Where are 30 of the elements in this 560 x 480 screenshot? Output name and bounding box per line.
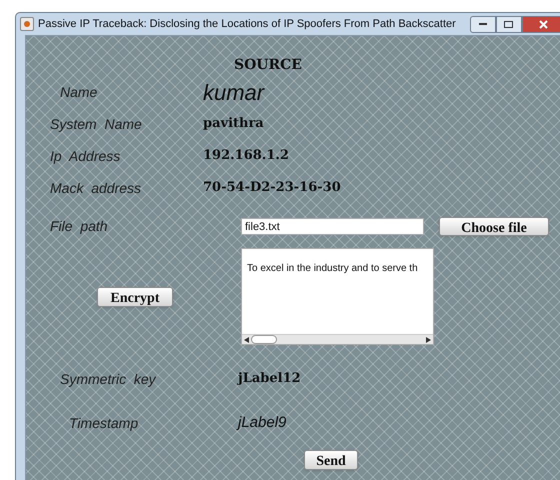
result-value: jLabel9	[238, 412, 286, 433]
field-label: System Name	[50, 114, 143, 134]
field-value: pavithra	[203, 115, 264, 134]
scroll-left-icon[interactable]	[244, 336, 249, 342]
file-path-label: File path	[50, 217, 109, 236]
result-label: Timestamp	[68, 414, 140, 433]
field-value: 70-54-D2-23-16-30	[203, 179, 341, 198]
result-label: Symmetric key	[59, 370, 158, 389]
encrypt-button[interactable]: Encrypt	[97, 286, 173, 306]
java-icon	[20, 17, 34, 31]
minimize-button[interactable]	[470, 16, 496, 32]
window-title: Passive IP Traceback: Disclosing the Locations of IP Spoofers From Path Backscatter	[38, 16, 456, 32]
field-label: Mack address	[50, 178, 142, 198]
file-content: To excel in the industry and to serve th	[247, 263, 418, 274]
field-label: Ip Address	[50, 146, 122, 166]
close-icon	[539, 20, 548, 28]
result-value: jLabel12	[238, 370, 301, 388]
horizontal-scrollbar[interactable]	[242, 334, 433, 344]
field-label: Name	[59, 82, 98, 102]
scroll-right-icon[interactable]	[426, 336, 431, 342]
close-button[interactable]	[522, 16, 560, 32]
file-path-field[interactable]: file3.txt	[241, 218, 424, 235]
choose-file-button[interactable]: Choose file	[439, 217, 549, 236]
field-value: 192.168.1.2	[203, 147, 289, 166]
field-value: kumar	[203, 78, 264, 106]
scroll-thumb[interactable]	[251, 335, 277, 344]
text-area[interactable]: To excel in the industry and to serve th	[241, 248, 434, 345]
maximize-button[interactable]	[496, 16, 522, 32]
heading: SOURCE	[234, 56, 302, 75]
send-button[interactable]: Send	[304, 450, 358, 470]
